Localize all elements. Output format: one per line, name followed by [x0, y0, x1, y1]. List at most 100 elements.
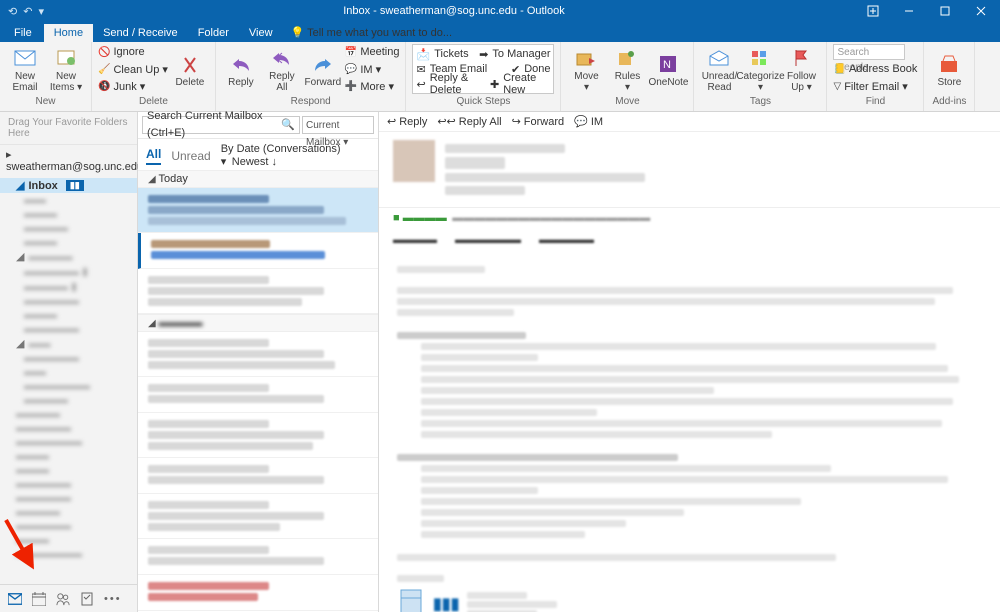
mail-view-icon[interactable]	[8, 592, 22, 606]
folder-inbox[interactable]: ◢ Inbox ▮▮	[0, 178, 137, 193]
close-icon[interactable]	[964, 0, 998, 22]
cleanup-button[interactable]: 🧹 Clean Up ▾	[98, 61, 168, 77]
follow-up-button[interactable]: Follow Up ▾	[782, 44, 820, 96]
folder-item[interactable]: ▬▬▬▬▬	[0, 421, 137, 435]
message-item[interactable]	[138, 332, 378, 377]
tab-send-receive[interactable]: Send / Receive	[93, 24, 188, 42]
qat-send-receive-icon[interactable]: ⟲	[8, 5, 17, 18]
im-button[interactable]: 💬 IM ▾	[345, 61, 400, 77]
tell-me[interactable]: 💡 Tell me what you want to do...	[283, 23, 460, 42]
folder-item[interactable]: ▬▬▬▬▬	[0, 322, 137, 336]
folder-item[interactable]: ▬▬▬	[0, 235, 137, 249]
message-item[interactable]	[138, 233, 378, 269]
onenote-button[interactable]: NOneNote	[649, 44, 687, 96]
reading-forward-button[interactable]: ↪ Forward	[512, 115, 565, 128]
sort-dropdown[interactable]: By Date (Conversations) ▾ Newest ↓	[221, 143, 370, 168]
meeting-button[interactable]: 📅 Meeting	[345, 44, 400, 60]
message-item[interactable]	[138, 269, 378, 314]
delete-button[interactable]: Delete	[171, 44, 209, 96]
folder-item[interactable]: ▬▬	[0, 193, 137, 207]
store-button[interactable]: Store	[930, 44, 968, 96]
filter-email-button[interactable]: ▽ Filter Email ▾	[833, 78, 917, 94]
rules-button[interactable]: Rules ▾	[608, 44, 646, 96]
ribbon-options-icon[interactable]	[856, 0, 890, 22]
folder-item[interactable]: ▬▬▬	[0, 463, 137, 477]
reply-button[interactable]: Reply	[222, 44, 260, 96]
folder-item[interactable]: ▬▬▬▬▬▬	[0, 547, 137, 561]
folder-item[interactable]: ▬▬▬▬	[0, 393, 137, 407]
folder-item[interactable]: ▬▬▬	[0, 207, 137, 221]
filter-all[interactable]: All	[146, 147, 161, 165]
folder-item[interactable]: ▬▬▬▬	[0, 221, 137, 235]
folder-item[interactable]: ▬▬▬	[0, 533, 137, 547]
folder-item[interactable]: ◢ ▬▬▬▬	[0, 249, 137, 264]
reading-reply-all-button[interactable]: ↩↩ Reply All	[437, 115, 501, 128]
more-views-icon[interactable]: •••	[104, 593, 122, 605]
folder-item[interactable]: ▬▬▬	[0, 308, 137, 322]
folder-item[interactable]: ▬▬▬▬▬▬	[0, 435, 137, 449]
folder-item[interactable]: ▬▬▬▬	[0, 505, 137, 519]
link[interactable]: ▬▬▬▬▬▬	[455, 234, 521, 246]
tasks-view-icon[interactable]	[80, 592, 94, 606]
maximize-icon[interactable]	[928, 0, 962, 22]
folder-item[interactable]: ▬▬▬▬▬	[0, 294, 137, 308]
group-respond: Reply Reply All Forward 📅 Meeting 💬 IM ▾…	[216, 42, 407, 111]
new-email-button[interactable]: New Email	[6, 44, 44, 96]
folder-item[interactable]: ▬▬▬▬ ▮	[0, 279, 137, 294]
folder-pane: Drag Your Favorite Folders Here ▸ sweath…	[0, 112, 138, 612]
search-people-input[interactable]: Search People	[833, 44, 905, 60]
message-item[interactable]	[138, 539, 378, 575]
quick-steps-gallery[interactable]: 📩 Tickets ➡ To Manager ✉ Team Email ✔ Do…	[412, 44, 554, 94]
filter-unread[interactable]: Unread	[171, 149, 210, 163]
qat-customize-icon[interactable]: ▾	[38, 5, 44, 18]
quick-access-toolbar: ⟲ ↶ ▾	[0, 5, 52, 18]
search-scope-dropdown[interactable]: Current Mailbox ▾	[302, 116, 374, 134]
tab-view[interactable]: View	[239, 24, 283, 42]
group-header[interactable]: ◢ ▬▬▬▬	[138, 314, 378, 332]
message-item[interactable]	[138, 494, 378, 539]
folder-item[interactable]: ▬▬▬	[0, 449, 137, 463]
group-header-today[interactable]: ◢ Today	[138, 170, 378, 188]
minimize-icon[interactable]	[892, 0, 926, 22]
folder-item[interactable]: ▬▬▬▬▬▬	[0, 379, 137, 393]
message-item[interactable]	[138, 575, 378, 611]
tab-file[interactable]: File	[4, 24, 42, 42]
forward-button[interactable]: Forward	[304, 44, 342, 96]
folder-item[interactable]: ▬▬▬▬▬	[0, 351, 137, 365]
folder-item[interactable]: ◢ ▬▬	[0, 336, 137, 351]
folder-item[interactable]: ▬▬	[0, 365, 137, 379]
reading-reply-button[interactable]: ↩ Reply	[387, 115, 427, 128]
junk-button[interactable]: 🚯 Junk ▾	[98, 78, 168, 94]
tab-home[interactable]: Home	[44, 24, 93, 42]
calendar-view-icon[interactable]	[32, 592, 46, 606]
people-view-icon[interactable]	[56, 592, 70, 606]
move-button[interactable]: Move ▾	[567, 44, 605, 96]
message-item[interactable]	[138, 188, 378, 233]
folder-item[interactable]: ▬▬▬▬▬	[0, 519, 137, 533]
folder-item[interactable]: ▬▬▬▬▬	[0, 477, 137, 491]
account-header[interactable]: ▸ sweatherman@sog.unc.edu	[0, 144, 137, 176]
search-mailbox-input[interactable]: Search Current Mailbox (Ctrl+E)🔍	[142, 116, 300, 134]
message-item[interactable]	[138, 377, 378, 413]
tab-folder[interactable]: Folder	[188, 24, 239, 42]
reply-all-button[interactable]: Reply All	[263, 44, 301, 96]
categorize-button[interactable]: Categorize ▾	[741, 44, 779, 96]
folder-item[interactable]: ▬▬▬▬	[0, 407, 137, 421]
folder-item[interactable]: ▬▬▬▬▬	[0, 491, 137, 505]
ignore-button[interactable]: 🚫 Ignore	[98, 44, 168, 60]
qat-undo-icon[interactable]: ↶	[23, 5, 32, 18]
reply-all-icon	[271, 47, 293, 69]
new-items-button[interactable]: New Items ▾	[47, 44, 85, 96]
address-book-button[interactable]: 📒 Address Book	[833, 61, 917, 77]
favorites-placeholder[interactable]: Drag Your Favorite Folders Here	[0, 112, 137, 144]
message-item[interactable]	[138, 458, 378, 494]
rules-icon	[616, 47, 638, 69]
message-item[interactable]	[138, 413, 378, 458]
unread-read-button[interactable]: Unread/ Read	[700, 44, 738, 96]
link[interactable]: ▬▬▬▬▬	[539, 234, 594, 246]
reading-im-button[interactable]: 💬 IM	[574, 115, 603, 128]
more-respond-button[interactable]: ➕ More ▾	[345, 78, 400, 94]
link[interactable]: ▬▬▬▬	[393, 234, 437, 246]
svg-text:N: N	[663, 59, 671, 71]
folder-item[interactable]: ▬▬▬▬▬ ▮	[0, 264, 137, 279]
